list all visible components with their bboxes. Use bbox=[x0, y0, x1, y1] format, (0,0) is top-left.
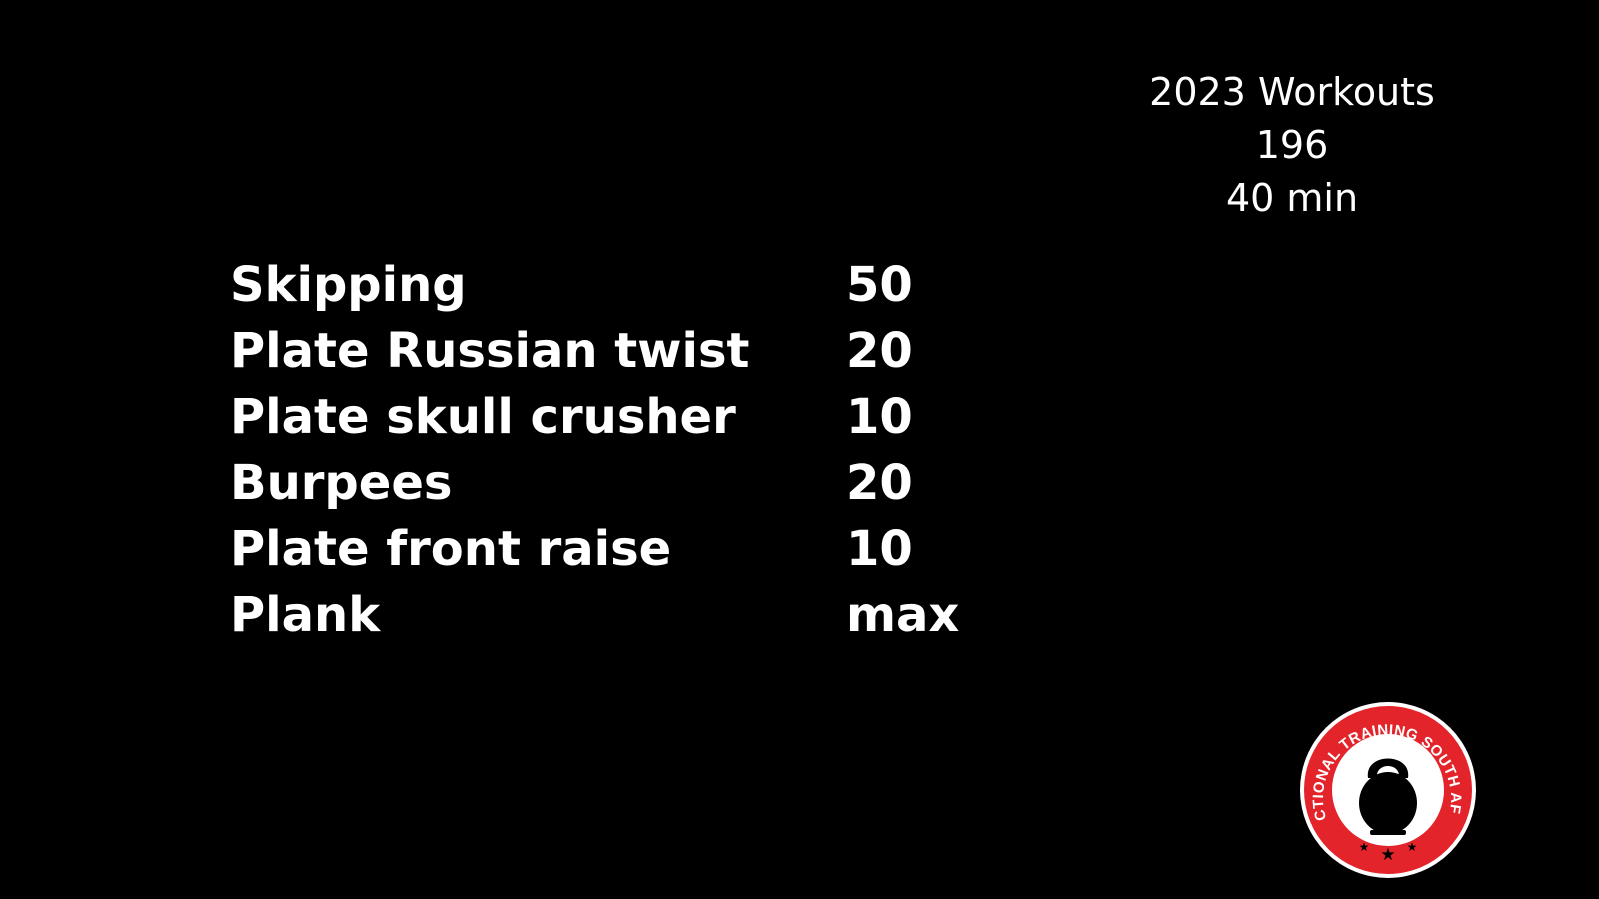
exercise-name: Plate Russian twist bbox=[230, 323, 750, 379]
brand-logo: FUNCTIONAL TRAINING SOUTH AFRICA ★ ★ ★ bbox=[1292, 687, 1478, 880]
exercise-reps: 20 bbox=[846, 323, 913, 379]
workout-header: 2023 Workouts 196 40 min bbox=[1090, 66, 1494, 225]
exercise-name: Burpees bbox=[230, 455, 453, 511]
exercise-reps: 10 bbox=[846, 389, 913, 445]
svg-text:★: ★ bbox=[1407, 840, 1418, 854]
workout-duration: 40 min bbox=[1225, 176, 1359, 220]
exercise-reps: 50 bbox=[846, 257, 913, 313]
exercise-name: Skipping bbox=[230, 257, 467, 313]
exercise-name: Plate front raise bbox=[230, 521, 672, 577]
exercise-reps: max bbox=[846, 587, 960, 643]
exercise-row: Burpees 20 bbox=[230, 450, 990, 516]
svg-text:★: ★ bbox=[1359, 840, 1370, 854]
exercise-reps: 20 bbox=[846, 455, 913, 511]
svg-text:★: ★ bbox=[1380, 845, 1395, 865]
exercise-list: Skipping 50 Plate Russian twist 20 Plate… bbox=[230, 252, 990, 648]
kettlebell-logo-icon: FUNCTIONAL TRAINING SOUTH AFRICA ★ ★ ★ bbox=[1292, 687, 1476, 878]
exercise-name: Plate skull crusher bbox=[230, 389, 736, 445]
exercise-row: Plate skull crusher 10 bbox=[230, 384, 990, 450]
exercise-row: Skipping 50 bbox=[230, 252, 990, 318]
exercise-name: Plank bbox=[230, 587, 381, 643]
exercise-reps: 10 bbox=[846, 521, 913, 577]
workout-number: 196 bbox=[1255, 123, 1329, 167]
exercise-row: Plate Russian twist 20 bbox=[230, 318, 990, 384]
exercise-row: Plank max bbox=[230, 582, 990, 648]
workout-series-title: 2023 Workouts bbox=[1149, 70, 1435, 114]
exercise-row: Plate front raise 10 bbox=[230, 516, 990, 582]
